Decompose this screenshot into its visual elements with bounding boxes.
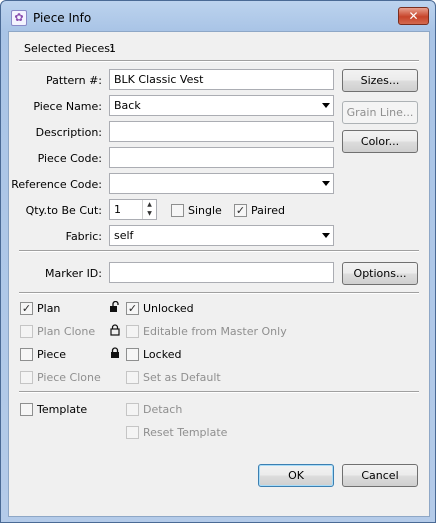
fabric-value: self <box>114 229 134 242</box>
piece-code-label: Piece Code: <box>37 152 102 165</box>
piece-name-label: Piece Name: <box>33 100 102 113</box>
qty-spin-buttons[interactable]: ▲ ▼ <box>142 200 156 219</box>
selected-pieces-count: 1 <box>109 42 116 55</box>
divider <box>19 60 419 62</box>
chevron-down-icon <box>322 181 330 186</box>
locked-label: Locked <box>143 348 182 361</box>
editable-master-label: Editable from Master Only <box>143 325 287 338</box>
paired-label: Paired <box>251 204 285 217</box>
chevron-down-icon <box>322 103 330 108</box>
spin-down-icon[interactable]: ▼ <box>143 209 156 218</box>
single-label: Single <box>188 204 222 217</box>
pattern-field[interactable]: BLK Classic Vest <box>109 69 334 90</box>
description-field[interactable] <box>109 121 334 142</box>
plan-checkbox[interactable]: ✓ <box>20 302 33 315</box>
unlock-icon <box>110 301 119 312</box>
sizes-button[interactable]: Sizes... <box>342 69 418 92</box>
qty-stepper[interactable]: 1 ▲ ▼ <box>109 199 157 220</box>
piece-checkbox[interactable] <box>20 348 33 361</box>
lock-outline-icon <box>110 324 120 336</box>
divider <box>19 391 419 393</box>
locked-checkbox[interactable] <box>126 348 139 361</box>
piece-clone-label: Piece Clone <box>37 371 101 384</box>
piece-code-field[interactable] <box>109 147 334 168</box>
plan-clone-label: Plan Clone <box>37 325 96 338</box>
options-button[interactable]: Options... <box>342 262 418 285</box>
window-title: Piece Info <box>33 11 92 25</box>
grain-line-button[interactable]: Grain Line... <box>342 101 418 124</box>
reset-template-label: Reset Template <box>143 426 228 439</box>
divider <box>19 250 419 252</box>
reset-template-checkbox[interactable] <box>126 426 139 439</box>
detach-label: Detach <box>143 403 183 416</box>
piece-name-select[interactable]: Back <box>109 95 334 116</box>
selected-pieces-label: Selected Pieces: <box>24 42 114 55</box>
piece-label: Piece <box>37 348 67 361</box>
detach-checkbox[interactable] <box>126 403 139 416</box>
description-label: Description: <box>35 126 102 139</box>
chevron-down-icon <box>322 233 330 238</box>
close-button[interactable]: ✕ <box>398 7 429 25</box>
color-button[interactable]: Color... <box>342 130 418 153</box>
template-label: Template <box>37 403 88 416</box>
cancel-button[interactable]: Cancel <box>342 464 418 487</box>
piece-info-dialog: ✿ Piece Info ✕ Selected Pieces: 1 Patter… <box>0 0 436 523</box>
template-checkbox[interactable] <box>20 403 33 416</box>
pattern-label: Pattern #: <box>46 74 102 87</box>
qty-label: Qty.to Be Cut: <box>25 204 102 217</box>
set-default-label: Set as Default <box>143 371 221 384</box>
piece-name-value: Back <box>114 99 141 112</box>
qty-value: 1 <box>114 203 121 216</box>
paired-checkbox[interactable]: ✓ <box>234 204 247 217</box>
divider <box>19 292 419 294</box>
dialog-body: Selected Pieces: 1 Pattern #: BLK Classi… <box>8 31 430 517</box>
fabric-label: Fabric: <box>65 230 102 243</box>
plan-label: Plan <box>37 302 61 315</box>
piece-clone-checkbox[interactable] <box>20 371 33 384</box>
lock-icon <box>111 347 119 358</box>
fabric-select[interactable]: self <box>109 225 334 246</box>
reference-code-label: Reference Code: <box>11 178 102 191</box>
reference-code-select[interactable] <box>109 173 334 194</box>
unlocked-label: Unlocked <box>143 302 194 315</box>
spin-up-icon[interactable]: ▲ <box>143 200 156 209</box>
editable-master-checkbox[interactable] <box>126 325 139 338</box>
plan-clone-checkbox[interactable] <box>20 325 33 338</box>
title-bar[interactable]: ✿ Piece Info ✕ <box>1 1 435 31</box>
marker-id-field[interactable] <box>109 262 334 283</box>
marker-id-label: Marker ID: <box>45 267 102 280</box>
set-default-checkbox[interactable] <box>126 371 139 384</box>
app-icon: ✿ <box>11 10 27 26</box>
ok-button[interactable]: OK <box>258 464 334 487</box>
single-checkbox[interactable] <box>171 204 184 217</box>
unlocked-checkbox[interactable]: ✓ <box>126 302 139 315</box>
